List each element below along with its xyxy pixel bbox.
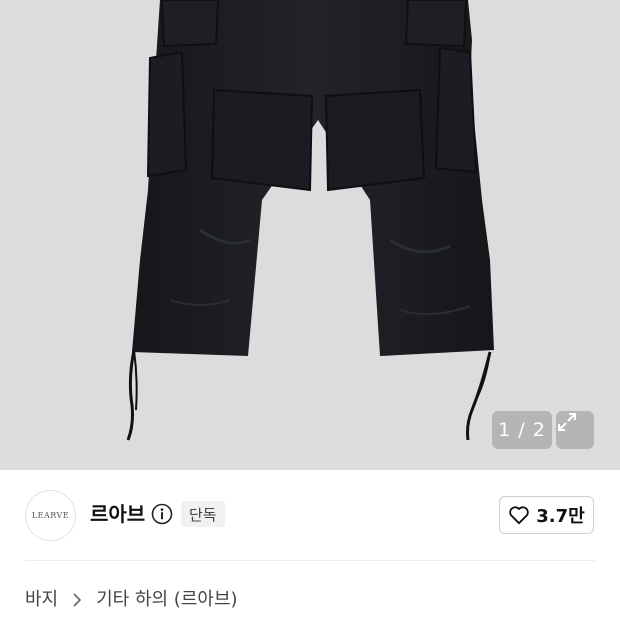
brand-row: LEARVE 르아브 단독 3.7만	[0, 470, 620, 560]
divider	[25, 560, 595, 561]
chevron-right-icon	[73, 593, 82, 607]
expand-icon	[558, 413, 576, 431]
info-icon[interactable]	[151, 503, 173, 525]
heart-outline-icon	[509, 506, 530, 525]
exclusive-badge: 단독	[181, 501, 225, 527]
product-photo	[126, 0, 494, 441]
like-button[interactable]: 3.7만	[499, 496, 594, 534]
breadcrumb-item-pants[interactable]: 바지	[25, 588, 58, 612]
like-count: 3.7만	[536, 506, 585, 527]
brand-logo-text: LEARVE	[31, 511, 70, 520]
breadcrumb: 바지 기타 하의 (르아브)	[25, 588, 238, 612]
breadcrumb-item-other-bottoms[interactable]: 기타 하의 (르아브)	[96, 588, 237, 612]
image-counter: 1 / 2	[492, 411, 552, 449]
expand-image-button[interactable]	[556, 411, 594, 449]
brand-logo[interactable]: LEARVE	[25, 490, 76, 541]
brand-name[interactable]: 르아브	[90, 501, 145, 527]
product-image[interactable]: 1 / 2	[0, 0, 620, 470]
